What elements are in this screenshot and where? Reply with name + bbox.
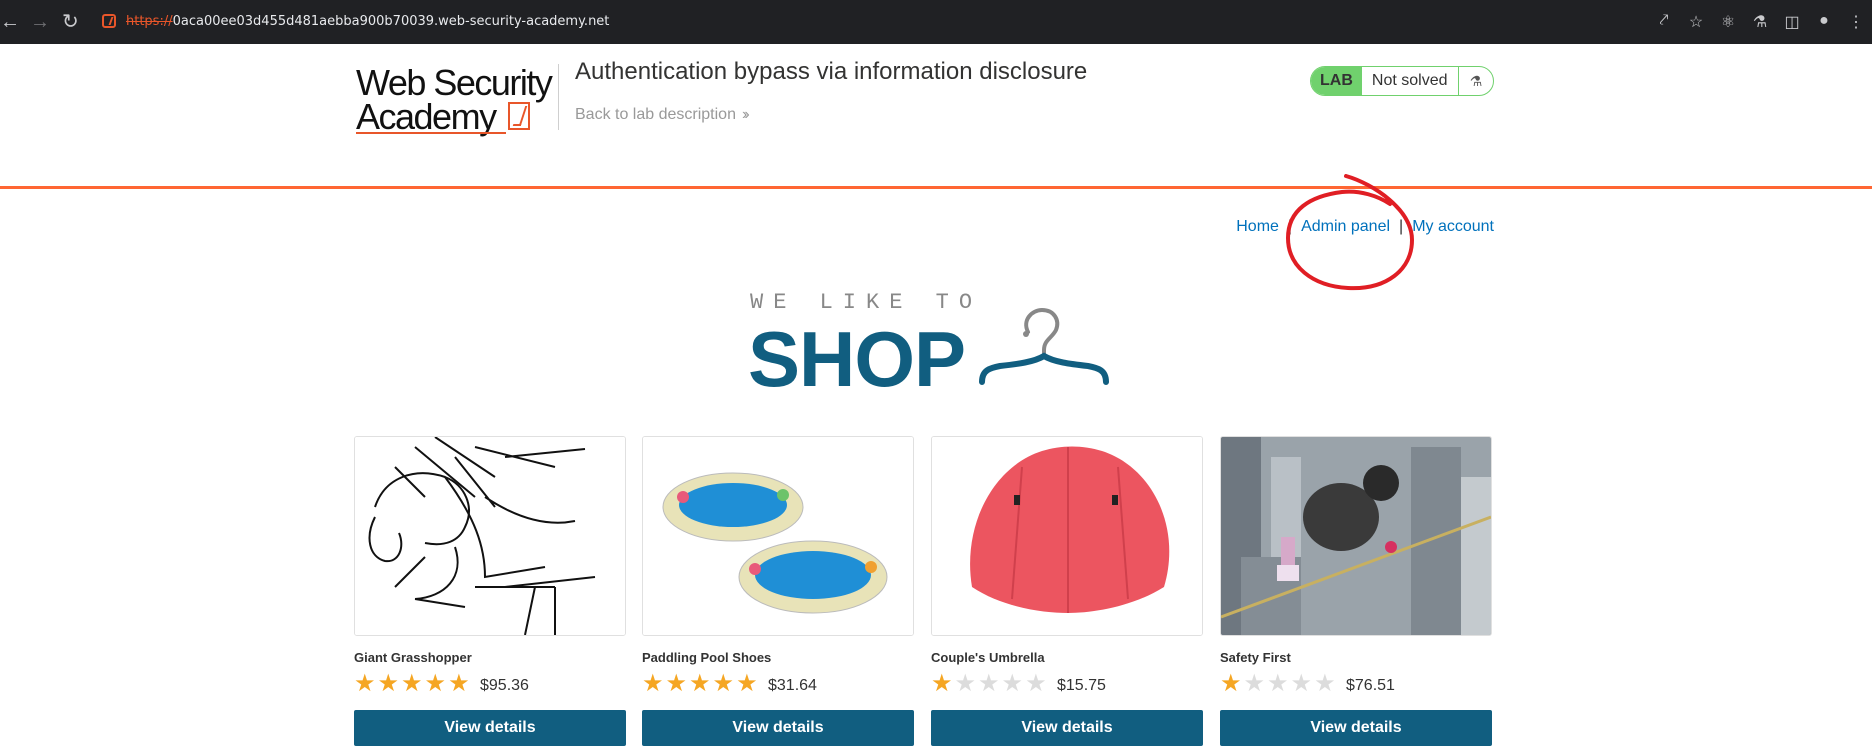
share-icon[interactable]: ⤤ bbox=[1656, 12, 1672, 32]
star-filled-icon: ★ bbox=[931, 670, 953, 697]
extensions-icon[interactable]: ⚛ bbox=[1720, 12, 1736, 32]
back-icon[interactable]: ← bbox=[0, 11, 20, 33]
product-image-safety-first bbox=[1220, 436, 1492, 636]
product-price: $76.51 bbox=[1346, 677, 1395, 694]
star-icon[interactable]: ☆ bbox=[1688, 12, 1704, 32]
star-empty-icon: ★ bbox=[978, 670, 1000, 697]
browser-toolbar: ← → ↻ https://0aca00ee03d455d481aebba900… bbox=[0, 0, 1872, 44]
product-card: Paddling Pool Shoes ★★★★★ $31.64 View de… bbox=[642, 436, 914, 746]
lab-status-widget: LAB Not solved ⚗ bbox=[1310, 66, 1494, 96]
product-name: Safety First bbox=[1220, 650, 1291, 665]
top-nav: Home | Admin panel | My account bbox=[1236, 218, 1494, 236]
view-details-button[interactable]: View details bbox=[642, 710, 914, 746]
red-umbrella-image bbox=[932, 437, 1202, 635]
star-empty-icon: ★ bbox=[1267, 670, 1289, 697]
city-tightrope-image bbox=[1221, 437, 1491, 635]
reload-icon[interactable]: ↻ bbox=[62, 11, 79, 33]
web-security-academy-logo[interactable]: Web Security Academy bbox=[356, 62, 556, 144]
lab-badge: LAB bbox=[1311, 67, 1362, 95]
home-link[interactable]: Home bbox=[1236, 218, 1279, 235]
product-card: Safety First ★★★★★ $76.51 View details bbox=[1220, 436, 1492, 746]
star-filled-icon: ★ bbox=[377, 670, 400, 697]
star-filled-icon: ★ bbox=[736, 670, 758, 697]
browser-actions: ⤤ ☆ ⚛ ⚗ ◫ ● ⋮ bbox=[1656, 12, 1864, 32]
admin-panel-link[interactable]: Admin panel bbox=[1301, 218, 1390, 235]
star-empty-icon: ★ bbox=[1290, 670, 1313, 697]
lab-status-text: Not solved bbox=[1371, 72, 1448, 89]
star-empty-icon: ★ bbox=[1025, 670, 1047, 697]
more-icon[interactable]: ⋮ bbox=[1848, 12, 1864, 32]
flask-icon: ⚗ bbox=[1458, 67, 1493, 95]
product-name: Giant Grasshopper bbox=[354, 650, 472, 665]
product-rating: ★★★★★ bbox=[642, 672, 760, 696]
back-link-label: Back to lab description bbox=[575, 106, 736, 123]
star-filled-icon: ★ bbox=[354, 670, 376, 697]
sidebar-icon[interactable]: ◫ bbox=[1784, 12, 1800, 32]
nav-separator: | bbox=[1287, 218, 1293, 235]
product-price: $31.64 bbox=[768, 677, 817, 694]
star-empty-icon: ★ bbox=[1314, 670, 1336, 697]
product-price: $15.75 bbox=[1057, 677, 1106, 694]
star-empty-icon: ★ bbox=[1243, 670, 1266, 697]
product-name: Paddling Pool Shoes bbox=[642, 650, 772, 665]
product-image-couples-umbrella bbox=[931, 436, 1203, 636]
star-filled-icon: ★ bbox=[712, 670, 735, 697]
star-filled-icon: ★ bbox=[448, 670, 470, 697]
product-card: Giant Grasshopper ★★★★★ $95.36 View deta… bbox=[354, 436, 626, 746]
star-empty-icon: ★ bbox=[1001, 670, 1024, 697]
product-card: Couple's Umbrella ★★★★★ $15.75 View deta… bbox=[931, 436, 1203, 746]
site-favicon-icon bbox=[102, 14, 116, 28]
grasshopper-sketch-image bbox=[355, 437, 625, 635]
product-rating: ★★★★★ bbox=[354, 672, 472, 696]
double-chevron-right-icon: ›› bbox=[741, 106, 749, 123]
header-divider bbox=[558, 64, 559, 130]
view-details-button[interactable]: View details bbox=[1220, 710, 1492, 746]
star-filled-icon: ★ bbox=[689, 670, 711, 697]
url-scheme: https:// bbox=[126, 14, 173, 29]
star-empty-icon: ★ bbox=[954, 670, 977, 697]
view-details-button[interactable]: View details bbox=[354, 710, 626, 746]
url-host: 0aca00ee03d455d481aebba900b70039.web-sec… bbox=[172, 14, 610, 29]
address-bar[interactable]: https://0aca00ee03d455d481aebba900b70039… bbox=[126, 14, 609, 29]
paddling-pools-image bbox=[643, 437, 913, 635]
lab-icon[interactable]: ⚗ bbox=[1752, 12, 1768, 32]
star-filled-icon: ★ bbox=[1220, 670, 1242, 697]
nav-separator: | bbox=[1399, 218, 1404, 235]
lab-title: Authentication bypass via information di… bbox=[575, 58, 1088, 85]
product-image-paddling-pool-shoes bbox=[642, 436, 914, 636]
banner-shop-word: SHOP bbox=[748, 315, 966, 403]
star-filled-icon: ★ bbox=[401, 670, 423, 697]
header-rule bbox=[0, 186, 1872, 189]
star-filled-icon: ★ bbox=[424, 670, 447, 697]
view-details-button[interactable]: View details bbox=[931, 710, 1203, 746]
shop-banner: WE LIKE TO SHOP bbox=[748, 290, 1112, 403]
product-name: Couple's Umbrella bbox=[931, 650, 1045, 665]
star-filled-icon: ★ bbox=[665, 670, 688, 697]
profile-icon[interactable]: ● bbox=[1816, 12, 1832, 32]
forward-icon[interactable]: → bbox=[30, 11, 50, 33]
product-rating: ★★★★★ bbox=[931, 672, 1049, 696]
product-rating: ★★★★★ bbox=[1220, 672, 1338, 696]
star-filled-icon: ★ bbox=[642, 670, 664, 697]
banner-tagline: WE LIKE TO bbox=[750, 290, 983, 315]
product-image-giant-grasshopper bbox=[354, 436, 626, 636]
lightning-bolt-icon bbox=[508, 102, 530, 130]
product-price: $95.36 bbox=[480, 677, 529, 694]
back-to-lab-description-link[interactable]: Back to lab description ›› bbox=[575, 106, 749, 124]
my-account-link[interactable]: My account bbox=[1412, 218, 1494, 235]
logo-underline bbox=[356, 132, 506, 134]
coat-hanger-icon bbox=[979, 307, 1109, 385]
